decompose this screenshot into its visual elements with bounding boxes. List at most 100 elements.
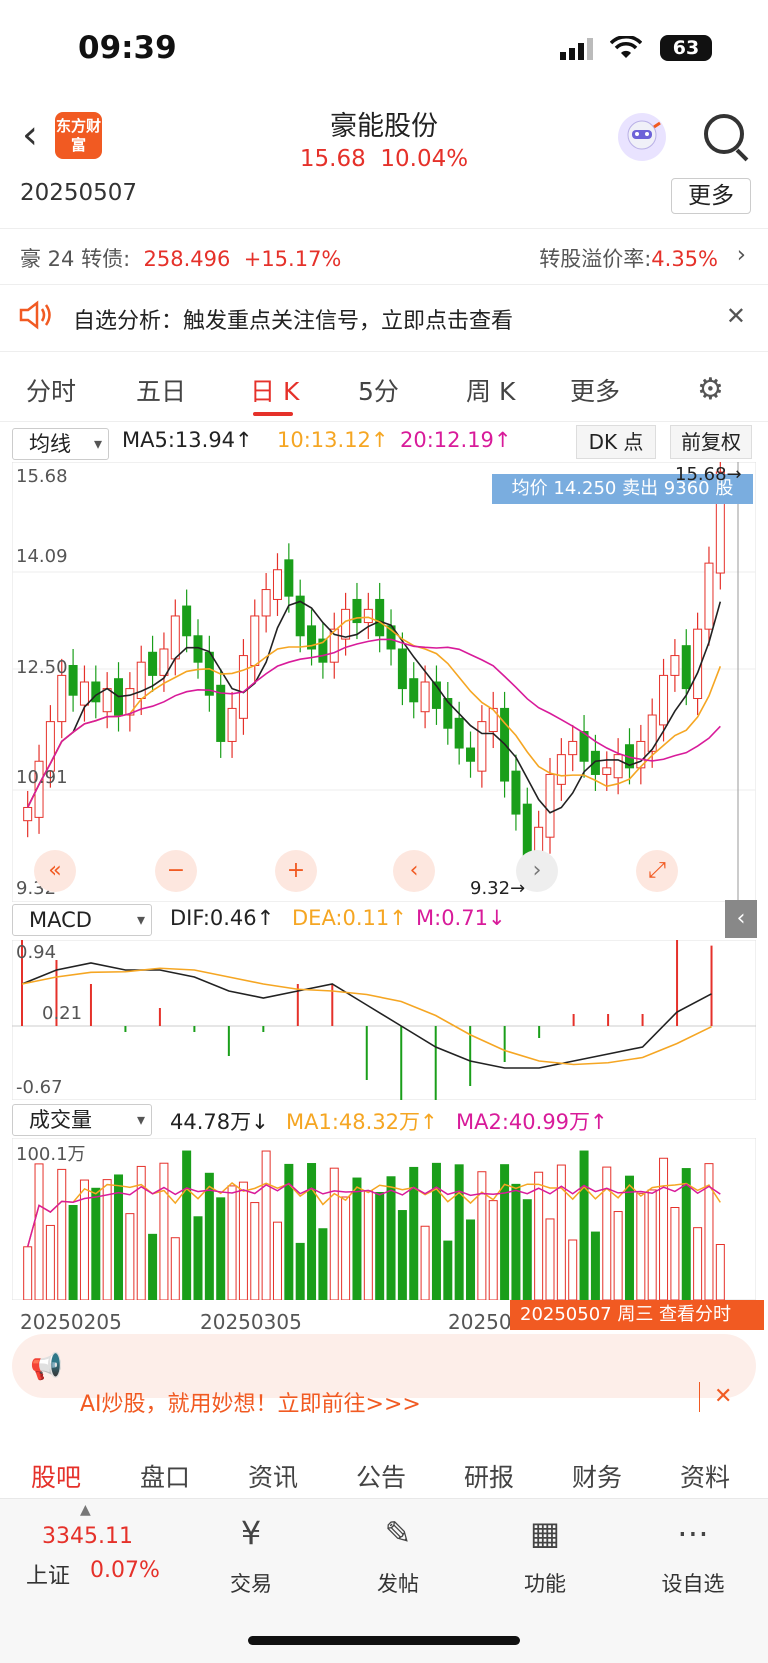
step-back-icon[interactable]: ‹	[393, 850, 435, 892]
tab-more[interactable]: 更多	[570, 372, 620, 408]
tab-weekly-k[interactable]: 周 K	[466, 372, 515, 408]
tab-profile[interactable]: 资料	[680, 1458, 730, 1494]
candle-body	[57, 674, 67, 723]
volume-bar	[659, 1157, 669, 1300]
volume-chart[interactable]	[12, 1138, 756, 1300]
volume-bar	[182, 1150, 192, 1300]
volume-bar	[431, 1162, 441, 1300]
tab-finance[interactable]: 财务	[572, 1458, 622, 1494]
tab-intraday[interactable]: 分时	[26, 372, 76, 408]
candle-body	[227, 707, 237, 742]
candle-body	[681, 645, 691, 690]
candle-body	[704, 562, 714, 630]
volume-value: 44.78万↓	[170, 1110, 269, 1134]
dk-point-button[interactable]: DK 点	[576, 425, 656, 459]
kline-chart[interactable]	[12, 462, 756, 902]
volume-bar	[125, 1213, 135, 1300]
tab-guba[interactable]: 股吧	[31, 1458, 81, 1494]
tab-pankou[interactable]: 盘口	[140, 1458, 190, 1494]
candle-body	[23, 806, 33, 822]
indicator-select[interactable]: 均线	[12, 428, 109, 460]
zoom-in-icon[interactable]: +	[275, 850, 317, 892]
nav-post[interactable]: 发帖	[353, 1568, 443, 1598]
tab-five-day[interactable]: 五日	[136, 372, 186, 408]
step-forward-icon[interactable]: ›	[516, 850, 558, 892]
search-icon[interactable]	[704, 114, 744, 154]
candle-body	[250, 615, 260, 666]
function-icon[interactable]: ▦	[500, 1514, 590, 1552]
assistant-robot-icon[interactable]	[618, 113, 666, 161]
macd-axis-mid: 0.21	[42, 1003, 83, 1024]
volume-axis-top: 100.1万	[16, 1144, 86, 1165]
candle-body	[261, 589, 271, 617]
volume-bar	[693, 1227, 703, 1300]
candle-body	[670, 655, 680, 676]
close-icon[interactable]: ✕	[726, 302, 746, 330]
nav-trade[interactable]: 交易	[206, 1568, 296, 1598]
volume-bar	[545, 1218, 555, 1300]
candle-body	[556, 754, 566, 785]
candle-body	[477, 721, 487, 772]
fullscreen-icon[interactable]: ⤢	[636, 850, 678, 892]
index-change[interactable]: 0.07%	[90, 1558, 160, 1583]
ad-close-icon[interactable]: ✕	[714, 1384, 732, 1409]
tab-research[interactable]: 研报	[464, 1458, 514, 1494]
trade-icon[interactable]: ¥	[206, 1514, 296, 1552]
convertible-bond-row[interactable]: 豪 24 转债: 258.496 +15.17%	[20, 243, 341, 273]
macd-chart[interactable]	[12, 940, 756, 1100]
chevron-right-icon[interactable]: ›	[737, 242, 746, 268]
zoom-out-icon[interactable]: −	[155, 850, 197, 892]
candle-body	[568, 740, 578, 756]
candle-body	[272, 569, 282, 600]
fq-button[interactable]: 前复权	[670, 425, 752, 459]
candle-body	[204, 651, 214, 696]
date-tip-bubble[interactable]: 20250507 周三 查看分时	[510, 1300, 764, 1330]
volume-bar	[556, 1164, 566, 1300]
more-button[interactable]: 更多	[671, 178, 751, 214]
notice-text[interactable]: 自选分析：触发重点关注信号，立即点击查看	[73, 303, 513, 335]
price-axis-2: 14.09	[16, 546, 68, 567]
megaphone-icon: 📢	[30, 1352, 63, 1382]
price-axis-4: 10.91	[16, 767, 68, 788]
volume-bar	[602, 1166, 612, 1300]
premium-rate[interactable]: 转股溢价率:4.35%	[539, 243, 718, 273]
post-icon[interactable]: ✎	[353, 1514, 443, 1552]
gear-icon[interactable]: ⚙	[697, 372, 724, 407]
tab-daily-k[interactable]: 日 K	[250, 372, 299, 408]
candle-body	[79, 681, 89, 706]
candle-body	[409, 678, 419, 703]
active-tab-indicator	[253, 412, 293, 416]
volume-bar	[397, 1210, 407, 1300]
candle-body	[511, 770, 521, 815]
volume-bar	[295, 1242, 305, 1300]
volume-bar	[466, 1219, 476, 1300]
macd-select[interactable]: MACD	[12, 904, 152, 936]
speaker-icon	[18, 300, 52, 338]
index-value[interactable]: 3345.11	[42, 1524, 133, 1549]
volume-bar	[704, 1163, 714, 1300]
volume-select[interactable]: 成交量	[12, 1104, 152, 1136]
collapse-side-icon[interactable]: ‹	[725, 900, 757, 938]
tab-news[interactable]: 资讯	[248, 1458, 298, 1494]
index-name[interactable]: 上证	[26, 1558, 70, 1590]
battery-icon: 63	[660, 35, 712, 61]
tab-announcement[interactable]: 公告	[356, 1458, 406, 1494]
more-dots-icon[interactable]: ⋯	[648, 1514, 738, 1552]
volume-bar	[420, 1225, 430, 1300]
nav-add-watchlist[interactable]: 设自选	[648, 1568, 738, 1598]
volume-bar	[624, 1175, 634, 1300]
tab-5min[interactable]: 5分	[358, 372, 399, 408]
volume-bar	[57, 1168, 67, 1300]
nav-function[interactable]: 功能	[500, 1568, 590, 1598]
volume-bar	[375, 1191, 385, 1300]
ma20-label: 20:12.19↑	[400, 428, 512, 452]
vol-ma1-label: MA1:48.32万↑	[286, 1110, 438, 1134]
volume-bar	[272, 1221, 282, 1300]
candle-body	[102, 688, 112, 713]
candle-body	[602, 767, 612, 775]
scroll-left-icon[interactable]: «	[34, 850, 76, 892]
volume-bar	[227, 1185, 237, 1300]
candle-body	[182, 605, 192, 637]
volume-bar	[477, 1171, 487, 1300]
ad-text[interactable]: AI炒股，就用妙想！立即前往>>>	[80, 1386, 421, 1418]
